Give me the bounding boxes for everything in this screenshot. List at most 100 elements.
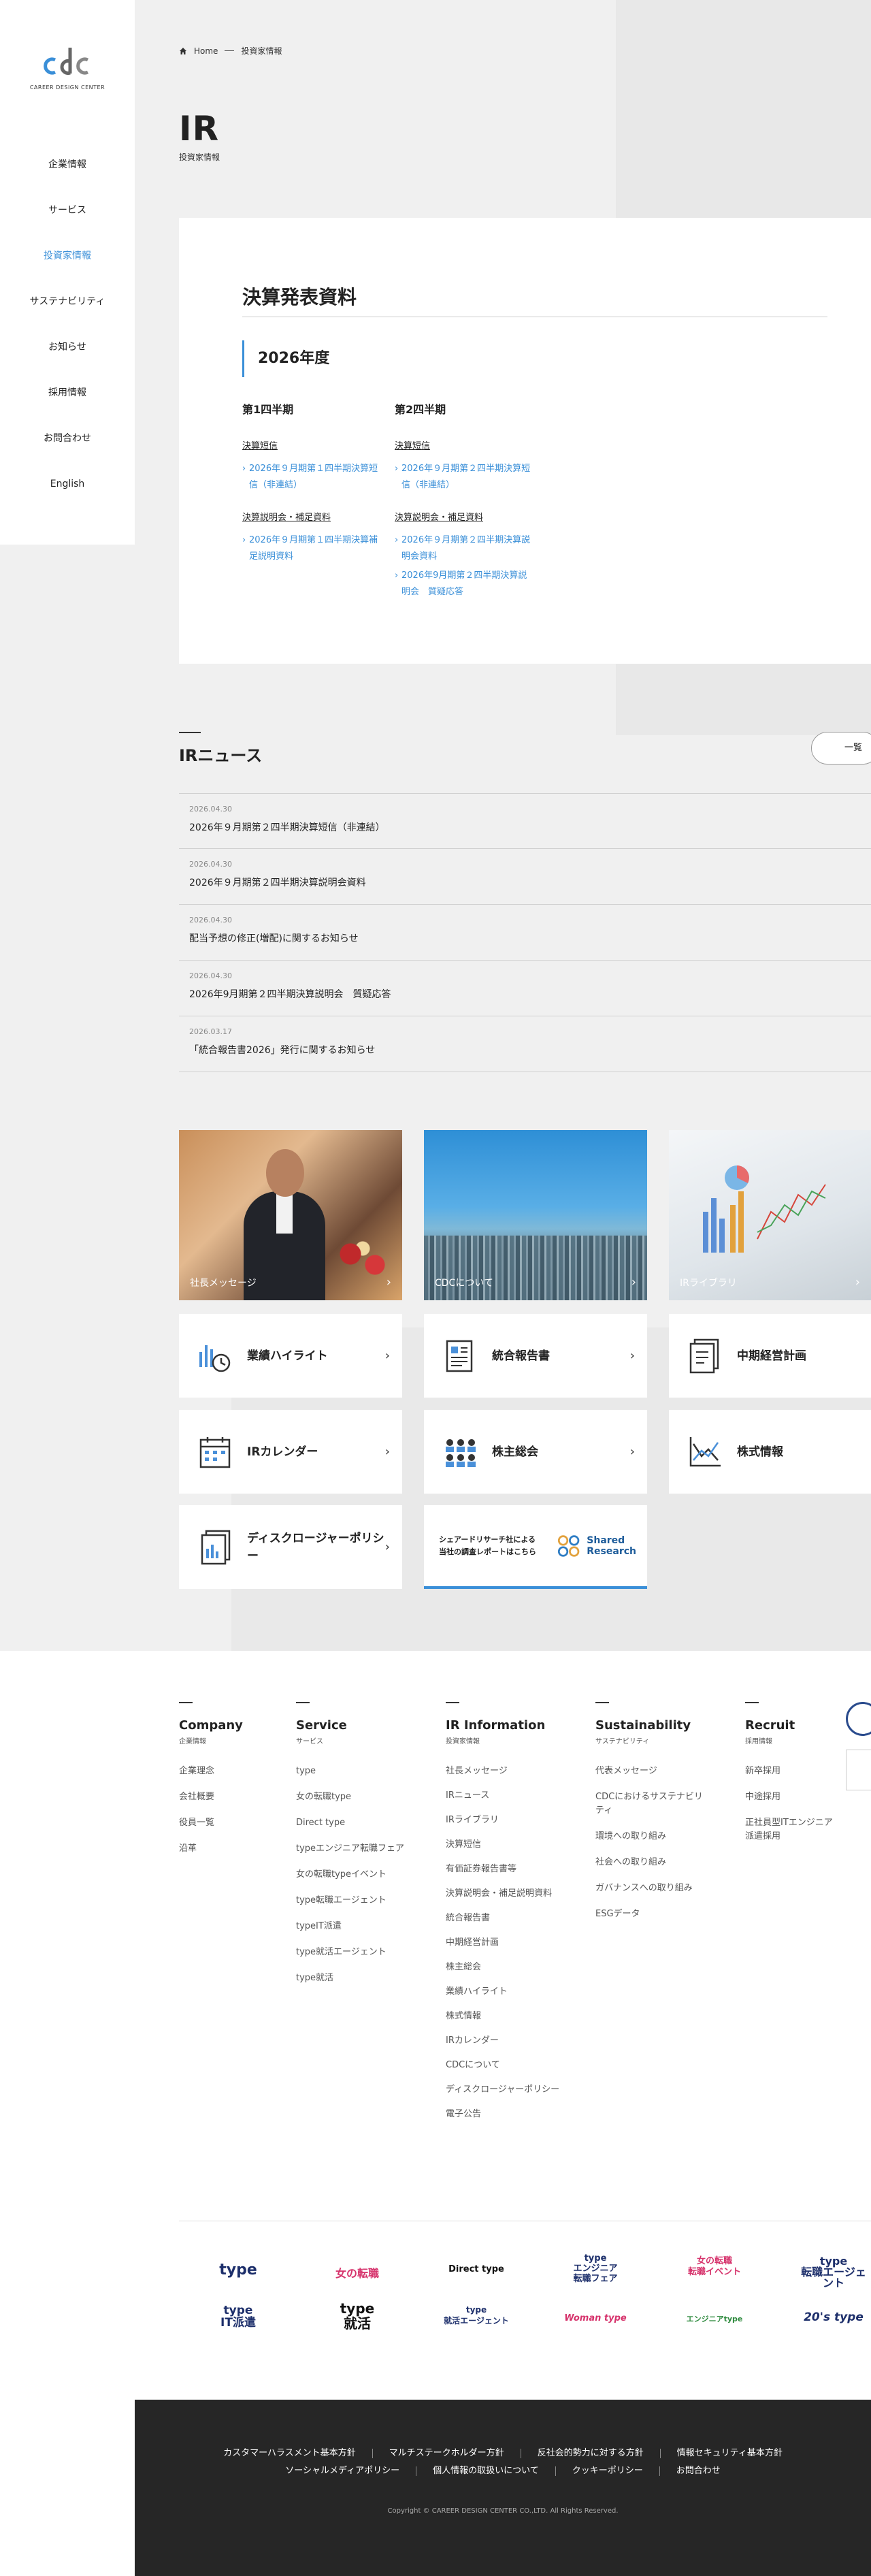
footer-link[interactable]: CDCについて	[446, 2059, 561, 2072]
brand-logo-type-it-haken[interactable]: type IT派遣	[204, 2304, 272, 2329]
footer-link[interactable]: ディスクロージャーポリシー	[446, 2083, 561, 2097]
footer-policy-link[interactable]: 反社会的勢力に対する方針	[538, 2448, 644, 2458]
footer-link[interactable]: 会社概要	[179, 1790, 315, 1804]
breadcrumb-home[interactable]: Home	[194, 46, 218, 56]
dark-footer: カスタマーハラスメント基本方針 マルチステークホルダー方針 反社会的勢力に対する…	[135, 2400, 871, 2576]
privacy-mark-badge[interactable]	[846, 1702, 871, 1736]
footer-link[interactable]: IRカレンダー	[446, 2034, 561, 2048]
document-link[interactable]: 2026年９月期第１四半期決算短信（非連結）	[242, 461, 378, 494]
ir-news-list: 2026.04.30 2026年９月期第２四半期決算短信（非連結） 2026.0…	[179, 793, 871, 1072]
news-item[interactable]: 2026.03.17 「統合報告書2026」発行に関するお知らせ	[179, 1016, 871, 1072]
brand-logo-direct-type[interactable]: Direct type	[442, 2264, 510, 2274]
footer-link[interactable]: CDCにおけるサステナビリティ	[595, 1790, 711, 1818]
link-tile-ir-calendar[interactable]: IRカレンダー ›	[179, 1410, 402, 1494]
footer-link[interactable]: 企業理念	[179, 1765, 315, 1778]
document-link[interactable]: 2026年9月期第２四半期決算説明会 質疑応答	[395, 568, 531, 600]
link-tile-disclosure-policy[interactable]: ディスクロージャーポリシー ›	[179, 1505, 402, 1589]
link-tile-integrated-report[interactable]: 統合報告書 ›	[424, 1314, 647, 1398]
brand-logo-onna-no-tenshoku[interactable]: 女の転職	[320, 2264, 395, 2281]
footer-link[interactable]: 女の転職type	[296, 1790, 412, 1804]
nav-item-company[interactable]: 企業情報	[0, 155, 135, 201]
footer-link[interactable]: 社会への取り組み	[595, 1856, 711, 1869]
document-link[interactable]: 2026年９月期第１四半期決算補足説明資料	[242, 532, 378, 565]
footer-link[interactable]: 沿革	[179, 1842, 315, 1856]
footer-link[interactable]: 中途採用	[745, 1790, 834, 1804]
footer-link[interactable]: 正社員型ITエンジニア派遣採用	[745, 1816, 834, 1844]
brand-logo-shukatsu-agent[interactable]: type 就活エージェント	[439, 2304, 514, 2326]
photo-tile-ceo-message[interactable]: 社長メッセージ ›	[179, 1130, 402, 1300]
footer-policy-link[interactable]: クッキーポリシー	[572, 2466, 643, 2476]
news-item[interactable]: 2026.04.30 2026年９月期第２四半期決算説明会資料	[179, 849, 871, 905]
link-tile-stock-info[interactable]: 株式情報	[669, 1410, 871, 1494]
footer-link[interactable]: 役員一覧	[179, 1816, 315, 1830]
footer-policy-link[interactable]: 個人情報の取扱いについて	[433, 2466, 539, 2476]
footer-link[interactable]: ガバナンスへの取り組み	[595, 1882, 711, 1895]
footer-link[interactable]: ESGデータ	[595, 1907, 711, 1921]
shared-research-logo-icon	[557, 1535, 580, 1557]
nav-item-news[interactable]: お知らせ	[0, 338, 135, 383]
news-item[interactable]: 2026.04.30 2026年9月期第２四半期決算説明会 質疑応答	[179, 961, 871, 1016]
footer-link[interactable]: 新卒採用	[745, 1765, 834, 1778]
footer-policy-link[interactable]: 情報セキュリティ基本方針	[677, 2448, 783, 2458]
footer-link[interactable]: type就活	[296, 1971, 412, 1985]
nav-item-english[interactable]: English	[0, 474, 135, 520]
document-link[interactable]: 2026年９月期第２四半期決算説明会資料	[395, 532, 531, 565]
calendar-icon	[197, 1433, 235, 1471]
footer-policy-link[interactable]: カスタマーハラスメント基本方針	[223, 2448, 355, 2458]
footer-policy-link[interactable]: お問合わせ	[676, 2466, 721, 2476]
shared-research-text: シェアードリサーチ社による 当社の調査レポートはこちら	[439, 1534, 536, 1558]
footer-policy-link[interactable]: ソーシャルメディアポリシー	[285, 2466, 399, 2476]
brand-logo-type-agent[interactable]: type 転職エージェント	[796, 2256, 871, 2289]
footer-link[interactable]: IRライブラリ	[446, 1814, 561, 1827]
footer-link[interactable]: IRニュース	[446, 1789, 561, 1803]
footer-link[interactable]: Direct type	[296, 1816, 412, 1830]
footer-link[interactable]: 社長メッセージ	[446, 1765, 561, 1778]
footer-link[interactable]: 有価証券報告書等	[446, 1863, 561, 1876]
nav-item-ir[interactable]: 投資家情報	[0, 246, 135, 292]
footer-link[interactable]: 業績ハイライト	[446, 1985, 561, 1999]
brand-logo-woman-type[interactable]: Woman type	[558, 2313, 633, 2323]
footer-link[interactable]: 株式情報	[446, 2010, 561, 2023]
footer-policy-link[interactable]: マルチステークホルダー方針	[389, 2448, 504, 2458]
footer-link[interactable]: 統合報告書	[446, 1912, 561, 1925]
footer-col-title: Company	[179, 1718, 243, 1733]
jpx-badge[interactable]	[846, 1750, 871, 1790]
brand-logo-type[interactable]: type	[211, 2261, 265, 2279]
news-item[interactable]: 2026.04.30 2026年９月期第２四半期決算短信（非連結）	[179, 793, 871, 849]
footer-link[interactable]: 電子公告	[446, 2108, 561, 2121]
news-list-button[interactable]: 一覧	[811, 732, 871, 764]
brand-logo-20s-type[interactable]: 20's type	[796, 2311, 871, 2324]
footer-link[interactable]: 決算短信	[446, 1838, 561, 1852]
link-tile-shareholders-meeting[interactable]: 株主総会 ›	[424, 1410, 647, 1494]
photo-tile-about-cdc[interactable]: CDCについて ›	[424, 1130, 647, 1300]
photo-tile-label: CDCについて	[435, 1278, 493, 1289]
nav-item-recruit[interactable]: 採用情報	[0, 383, 135, 429]
brand-logo-onna-event[interactable]: 女の転職 転職イベント	[677, 2256, 752, 2278]
footer-link[interactable]: typeエンジニア転職フェア	[296, 1842, 412, 1856]
nav-item-sustainability[interactable]: サステナビリティ	[0, 292, 135, 338]
nav-item-contact[interactable]: お問合わせ	[0, 429, 135, 474]
document-link[interactable]: 2026年９月期第２四半期決算短信（非連結）	[395, 461, 531, 494]
footer-link[interactable]: 決算説明会・補足説明資料	[446, 1887, 561, 1901]
footer-link[interactable]: typeIT派遣	[296, 1920, 412, 1933]
footer-link[interactable]: 中期経営計画	[446, 1936, 561, 1950]
footer-link[interactable]: type	[296, 1765, 412, 1778]
link-tile-mid-term-plan[interactable]: 中期経営計画	[669, 1314, 871, 1398]
footer-link[interactable]: 女の転職typeイベント	[296, 1868, 412, 1882]
nav-item-service[interactable]: サービス	[0, 201, 135, 246]
footer-link[interactable]: 株主総会	[446, 1961, 561, 1974]
brand-logo-engineer-type[interactable]: エンジニアtype	[677, 2313, 752, 2324]
footer-link[interactable]: type転職エージェント	[296, 1894, 412, 1907]
brand-logo-engineer-fair[interactable]: type エンジニア 転職フェア	[561, 2253, 629, 2284]
footer-link[interactable]: type就活エージェント	[296, 1946, 412, 1959]
shared-research-banner[interactable]: シェアードリサーチ社による 当社の調査レポートはこちら Shared Resea…	[424, 1505, 647, 1589]
footer-link[interactable]: 代表メッセージ	[595, 1765, 711, 1778]
news-item[interactable]: 2026.04.30 配当予想の修正(増配)に関するお知らせ	[179, 905, 871, 961]
brand-logo-type-shukatsu[interactable]: type 就活	[323, 2301, 391, 2331]
link-tile-performance[interactable]: 業績ハイライト ›	[179, 1314, 402, 1398]
logo[interactable]: CAREER DESIGN CENTER	[27, 41, 108, 91]
photo-tile-label: 社長メッセージ	[190, 1278, 257, 1289]
ceo-photo	[179, 1130, 402, 1300]
footer-link[interactable]: 環境への取り組み	[595, 1830, 711, 1844]
photo-tile-ir-library[interactable]: IRライブラリ ›	[669, 1130, 871, 1300]
